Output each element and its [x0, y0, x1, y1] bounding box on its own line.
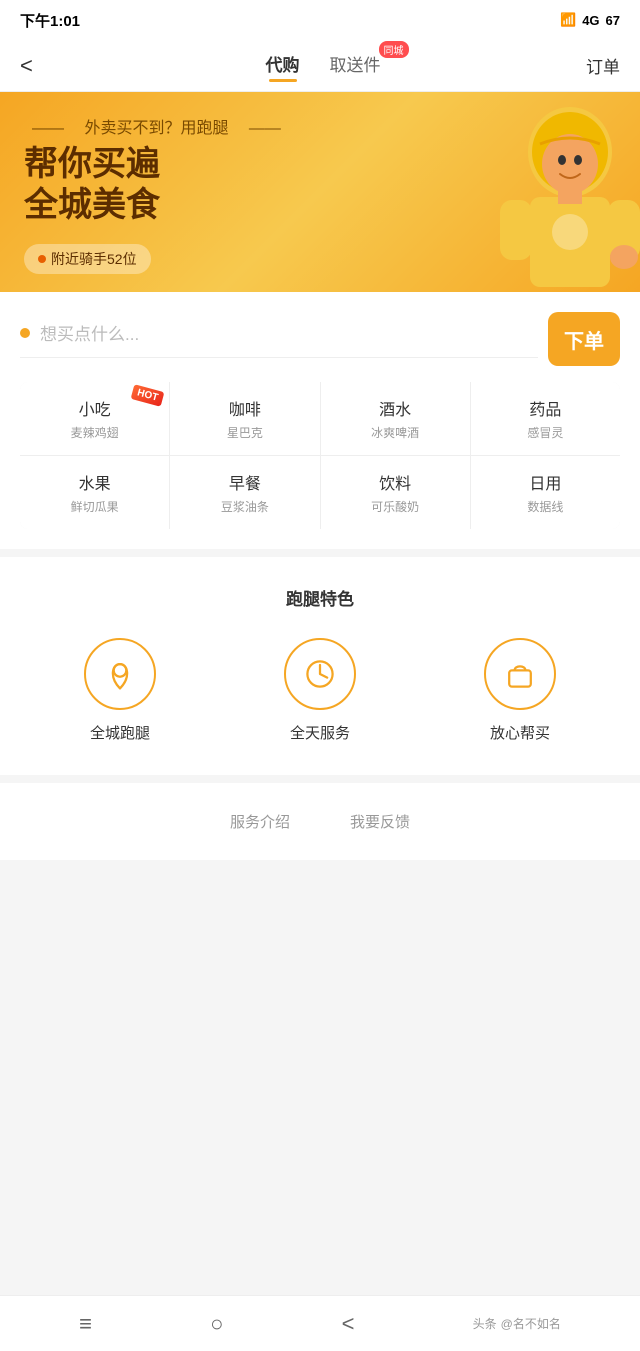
feature-label: 放心帮买 [490, 722, 550, 743]
status-time: 下午1:01 [20, 10, 80, 31]
bottom-link-1[interactable]: 我要反馈 [350, 811, 410, 832]
category-sub: 星巴克 [178, 424, 311, 441]
feature-item-1[interactable]: 全天服务 [284, 638, 356, 743]
features-section: 跑腿特色 全城跑腿 全天服务 放心帮买 [0, 557, 640, 775]
category-name: 水果 [28, 470, 161, 494]
clock-icon [284, 638, 356, 710]
feature-item-0[interactable]: 全城跑腿 [84, 638, 156, 743]
username: @名不如名 [501, 1315, 561, 1332]
banner: —— 外卖买不到？用跑腿 —— 帮你买遍 全城美食 附近骑手52位 [0, 92, 640, 292]
feature-label: 全天服务 [290, 722, 350, 743]
features-grid: 全城跑腿 全天服务 放心帮买 [20, 638, 620, 743]
category-name: 药品 [479, 396, 612, 420]
category-grid: HOT小吃麦辣鸡翅咖啡星巴克酒水冰爽啤酒药品感冒灵水果鲜切瓜果早餐豆浆油条饮料可… [20, 382, 620, 529]
banner-title: 帮你买遍 全城美食 [24, 144, 289, 226]
status-bar: 下午1:01 📶 4G 67 [0, 0, 640, 40]
bottom-link-0[interactable]: 服务介绍 [230, 811, 290, 832]
signal-icon: 📶 [560, 12, 576, 28]
category-item-3[interactable]: 药品感冒灵 [471, 382, 620, 455]
category-sub: 冰爽啤酒 [329, 424, 462, 441]
back-button[interactable]: < [20, 53, 60, 79]
category-sub: 感冒灵 [479, 424, 612, 441]
tab-qusongjian-label: 取送件 同城 [330, 51, 381, 76]
tab-qusongjian[interactable]: 取送件 同城 [330, 51, 381, 80]
top-nav: < 代购 取送件 同城 订单 [0, 40, 640, 92]
menu-button[interactable]: ≡ [79, 1311, 92, 1337]
bottom-nav: ≡ ○ < 头条 @名不如名 [0, 1295, 640, 1351]
search-dot-icon [20, 328, 30, 338]
category-name: 酒水 [329, 396, 462, 420]
back-nav-button[interactable]: < [342, 1311, 355, 1337]
home-button[interactable]: ○ [210, 1311, 223, 1337]
category-item-2[interactable]: 酒水冰爽啤酒 [321, 382, 470, 455]
order-link[interactable]: 订单 [586, 53, 620, 78]
user-info: 头条 @名不如名 [473, 1315, 561, 1332]
category-item-0[interactable]: HOT小吃麦辣鸡翅 [20, 382, 169, 455]
location-dot-icon [38, 255, 46, 263]
bag-icon [484, 638, 556, 710]
feature-item-2[interactable]: 放心帮买 [484, 638, 556, 743]
tab-daigou[interactable]: 代购 [266, 51, 300, 80]
category-item-4[interactable]: 水果鲜切瓜果 [20, 456, 169, 529]
category-sub: 豆浆油条 [178, 498, 311, 515]
search-section: 想买点什么... 下单 HOT小吃麦辣鸡翅咖啡星巴克酒水冰爽啤酒药品感冒灵水果鲜… [0, 292, 640, 549]
category-sub: 麦辣鸡翅 [28, 424, 161, 441]
location-icon [84, 638, 156, 710]
category-sub: 可乐酸奶 [329, 498, 462, 515]
search-input-area[interactable]: 想买点什么... [20, 320, 538, 358]
category-name: 早餐 [178, 470, 311, 494]
category-name: 饮料 [329, 470, 462, 494]
banner-text: —— 外卖买不到？用跑腿 —— 帮你买遍 全城美食 [24, 114, 289, 226]
category-name: 日用 [479, 470, 612, 494]
category-item-1[interactable]: 咖啡星巴克 [170, 382, 319, 455]
category-item-7[interactable]: 日用数据线 [471, 456, 620, 529]
banner-person-illustration [380, 92, 640, 292]
search-input[interactable]: 想买点什么... [40, 320, 538, 345]
banner-subtitle: —— 外卖买不到？用跑腿 —— [24, 114, 289, 138]
tongcheng-badge: 同城 [379, 41, 409, 58]
bottom-links: 服务介绍 我要反馈 [0, 783, 640, 860]
category-sub: 鲜切瓜果 [28, 498, 161, 515]
features-title: 跑腿特色 [20, 585, 620, 610]
category-name: 咖啡 [178, 396, 311, 420]
network-type: 4G [582, 13, 599, 28]
feature-label: 全城跑腿 [90, 722, 150, 743]
category-sub: 数据线 [479, 498, 612, 515]
status-icons: 📶 4G 67 [560, 12, 620, 28]
battery-level: 67 [606, 13, 620, 28]
category-item-6[interactable]: 饮料可乐酸奶 [321, 456, 470, 529]
banner-nearby: 附近骑手52位 [24, 244, 151, 274]
order-button[interactable]: 下单 [548, 312, 620, 366]
nav-tabs: 代购 取送件 同城 [266, 51, 381, 80]
category-item-5[interactable]: 早餐豆浆油条 [170, 456, 319, 529]
user-label: 头条 [473, 1315, 497, 1332]
search-box: 想买点什么... 下单 [20, 312, 620, 366]
